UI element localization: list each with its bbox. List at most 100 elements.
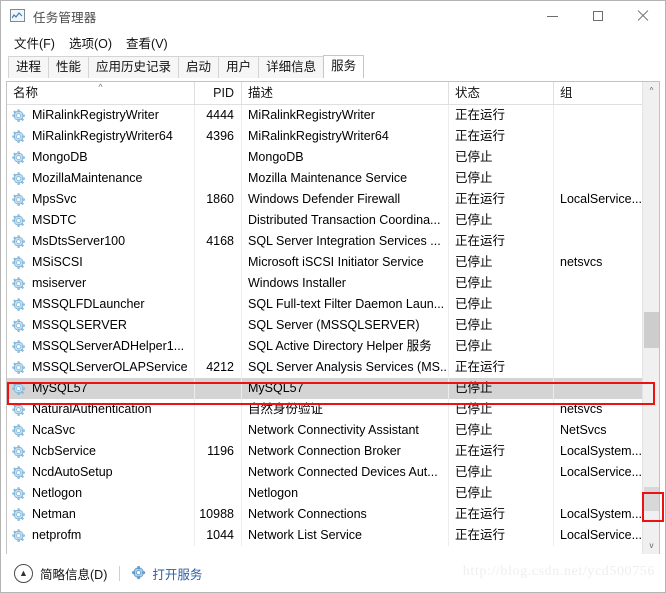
service-gear-icon xyxy=(12,528,27,543)
menu-item-file[interactable]: 文件(F) xyxy=(7,31,62,54)
cell-description: MiRalinkRegistryWriter xyxy=(242,105,449,126)
table-row[interactable]: MySQL57 MySQL57 已停止 xyxy=(7,378,659,399)
cell-service-name: MozillaMaintenance xyxy=(7,168,195,189)
table-row[interactable]: MSSQLServerOLAPService 4212 SQL Server Ana… xyxy=(7,357,659,378)
window-controls xyxy=(530,1,665,31)
cell-group: NetSvcs xyxy=(560,423,607,437)
cell-group xyxy=(554,483,654,504)
cell-group: LocalSystem... xyxy=(560,444,642,458)
minimize-button[interactable] xyxy=(530,1,575,31)
close-button[interactable] xyxy=(620,1,665,31)
table-row[interactable]: MpsSvc 1860 Windows Defender Firewall 正在运行 L… xyxy=(7,189,659,210)
table-row[interactable]: NcbService 1196 Network Connection Broker 正… xyxy=(7,441,659,462)
cell-description: Netlogon xyxy=(242,483,449,504)
service-name-label: MpsSvc xyxy=(32,192,77,206)
cell-service-name: MSSQLFDLauncher xyxy=(7,294,195,315)
table-row[interactable]: NcaSvc Network Connectivity Assistant 已停止 N… xyxy=(7,420,659,441)
menubar: 文件(F) 选项(O) 查看(V) xyxy=(1,31,665,53)
table-header: 名称 ^ PID 描述 状态 组 xyxy=(7,82,659,105)
cell-description: Network Connected Devices Aut... xyxy=(242,462,449,483)
scroll-down-button[interactable]: v xyxy=(643,537,659,554)
cell-group: LocalService... xyxy=(560,465,642,479)
column-header-name[interactable]: 名称 ^ xyxy=(7,82,195,104)
tab-app-history[interactable]: 应用历史记录 xyxy=(88,56,180,78)
cell-pid: 4396 xyxy=(195,126,242,147)
cell-status: 正在运行 xyxy=(449,189,554,210)
table-row[interactable]: Netman 10988 Network Connections 正在运行 LocalS… xyxy=(7,504,659,525)
table-row[interactable]: netprofm 1044 Network List Service 正在运行 Loca… xyxy=(7,525,659,546)
scrollbar-thumb[interactable] xyxy=(644,312,659,348)
service-gear-icon xyxy=(12,339,27,354)
tab-startup[interactable]: 启动 xyxy=(178,56,220,78)
service-name-label: MSDTC xyxy=(32,213,77,227)
maximize-button[interactable] xyxy=(575,1,620,31)
service-gear-icon xyxy=(12,192,27,207)
cell-service-name: MiRalinkRegistryWriter64 xyxy=(7,126,195,147)
service-gear-icon xyxy=(12,297,27,312)
task-manager-window: 任务管理器 文件(F) 选项(O) 查看(V) 进程 性能 应用历史记录 启动 … xyxy=(0,0,666,593)
table-row[interactable]: NcdAutoSetup Network Connected Devices Au… xyxy=(7,462,659,483)
table-row[interactable]: MongoDB MongoDB 已停止 xyxy=(7,147,659,168)
table-row[interactable]: MsDtsServer100 4168 SQL Server Integration… xyxy=(7,231,659,252)
table-row[interactable]: MSSQLFDLauncher SQL Full-text Filter Daem… xyxy=(7,294,659,315)
tab-services[interactable]: 服务 xyxy=(323,55,365,78)
tab-processes[interactable]: 进程 xyxy=(8,56,50,78)
cell-service-name: Netlogon xyxy=(7,483,195,504)
scroll-up-button[interactable]: ^ xyxy=(643,82,659,99)
cell-pid: 4168 xyxy=(195,231,242,252)
service-gear-icon xyxy=(12,444,27,459)
services-list: 名称 ^ PID 描述 状态 组 MiRalinkRegistryWriter 4… xyxy=(6,81,660,554)
tab-users[interactable]: 用户 xyxy=(218,56,260,78)
scrollbar-thumb-secondary[interactable] xyxy=(644,487,659,511)
titlebar: 任务管理器 xyxy=(1,1,665,31)
cell-pid xyxy=(195,294,242,315)
table-row[interactable]: MSDTC Distributed Transaction Coordina...… xyxy=(7,210,659,231)
cell-description: Network Connections xyxy=(242,504,449,525)
column-header-status[interactable]: 状态 xyxy=(449,82,554,104)
cell-status: 已停止 xyxy=(449,336,554,357)
cell-group xyxy=(554,378,654,399)
cell-service-name: Netman xyxy=(7,504,195,525)
brief-info-button[interactable]: 简略信息(D) xyxy=(40,564,107,583)
menu-item-view[interactable]: 查看(V) xyxy=(119,31,175,54)
cell-status: 正在运行 xyxy=(449,126,554,147)
column-header-name-label: 名称 xyxy=(13,86,39,100)
cell-status: 已停止 xyxy=(449,462,554,483)
open-services-button[interactable]: 打开服务 xyxy=(132,564,202,583)
cell-service-name: MiRalinkRegistryWriter xyxy=(7,105,195,126)
cell-description: SQL Full-text Filter Daemon Laun... xyxy=(242,294,449,315)
service-name-label: MSiSCSI xyxy=(32,255,83,269)
chevron-up-icon[interactable]: ▲ xyxy=(14,563,33,583)
cell-description: SQL Active Directory Helper 服务 xyxy=(242,336,449,357)
table-row[interactable]: MozillaMaintenance Mozilla Maintenance Se… xyxy=(7,168,659,189)
table-row[interactable]: MiRalinkRegistryWriter64 4396 MiRalinkRegi… xyxy=(7,126,659,147)
menu-item-options[interactable]: 选项(O) xyxy=(62,31,119,54)
service-name-label: msiserver xyxy=(32,276,87,290)
window-title: 任务管理器 xyxy=(33,10,97,25)
cell-description: Windows Defender Firewall xyxy=(242,189,449,210)
vertical-scrollbar[interactable]: ^ v xyxy=(642,82,659,554)
service-gear-icon xyxy=(12,507,27,522)
table-row[interactable]: MiRalinkRegistryWriter 4444 MiRalinkRegist… xyxy=(7,105,659,126)
table-row[interactable]: MSiSCSI Microsoft iSCSI Initiator Service… xyxy=(7,252,659,273)
watermark: http://blog.csdn.net/ycd500756 xyxy=(462,564,655,579)
cell-service-name: NcdAutoSetup xyxy=(7,462,195,483)
cell-group xyxy=(554,168,654,189)
service-name-label: MSSQLSERVER xyxy=(32,318,127,332)
table-row[interactable]: MSSQLSERVER SQL Server (MSSQLSERVER) 已停止 xyxy=(7,315,659,336)
tab-details[interactable]: 详细信息 xyxy=(258,56,325,78)
column-header-description[interactable]: 描述 xyxy=(242,82,449,104)
cell-pid xyxy=(195,378,242,399)
table-row[interactable]: MSSQLServerADHelper1... SQL Active Direct… xyxy=(7,336,659,357)
column-header-group[interactable]: 组 xyxy=(554,82,654,104)
tab-performance[interactable]: 性能 xyxy=(48,56,90,78)
table-row[interactable]: Netlogon Netlogon 已停止 xyxy=(7,483,659,504)
service-name-label: Netlogon xyxy=(32,486,83,500)
cell-group: LocalSystem... xyxy=(560,507,642,521)
cell-service-name: MSDTC xyxy=(7,210,195,231)
cell-pid xyxy=(195,147,242,168)
cell-description: MiRalinkRegistryWriter64 xyxy=(242,126,449,147)
table-row[interactable]: NaturalAuthentication 自然身份验证 已停止 netsvcs xyxy=(7,399,659,420)
column-header-pid[interactable]: PID xyxy=(195,82,242,104)
table-row[interactable]: msiserver Windows Installer 已停止 xyxy=(7,273,659,294)
